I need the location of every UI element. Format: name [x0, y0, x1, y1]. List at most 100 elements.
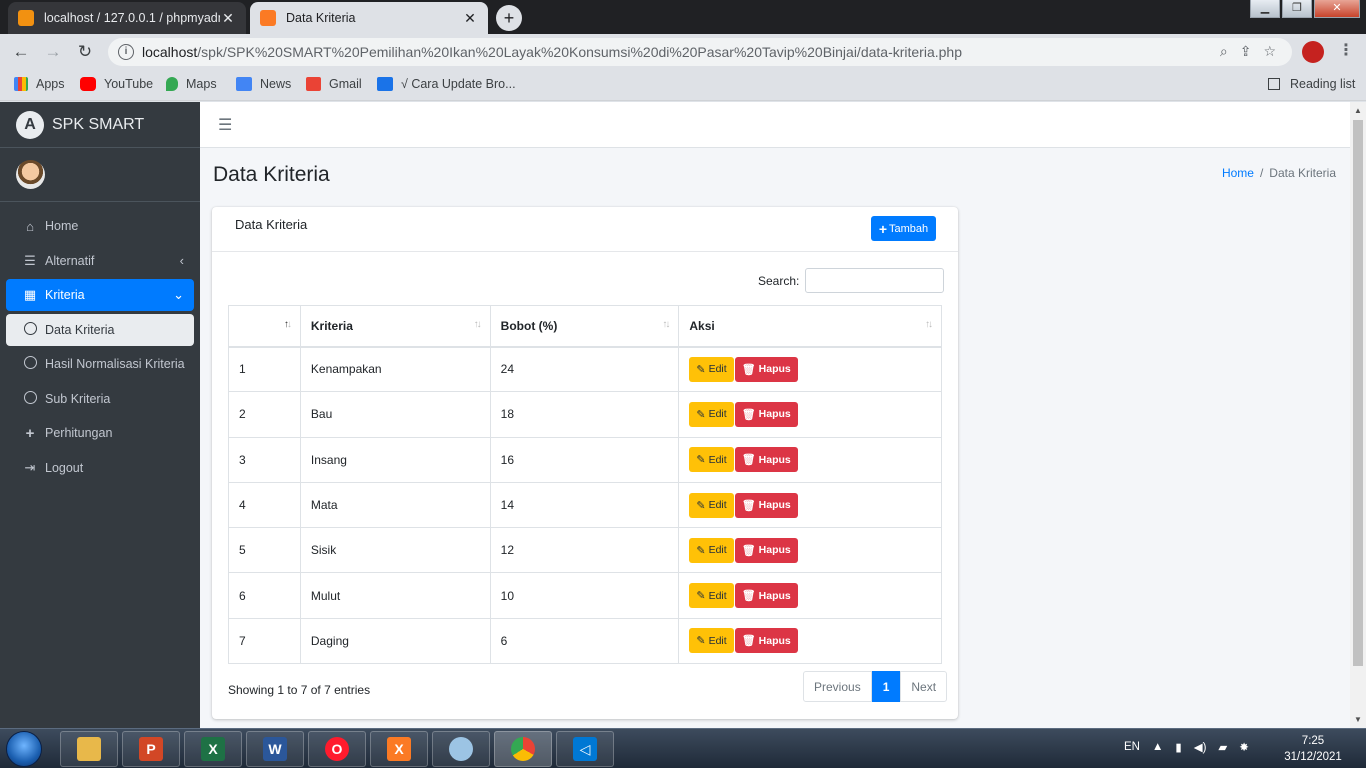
search-input[interactable] [805, 268, 945, 293]
phpmyadmin-favicon-icon [18, 10, 34, 26]
column-header-kriteria[interactable]: Kriteria ↑↓ [299, 305, 491, 348]
user-avatar[interactable] [16, 160, 45, 189]
share-icon[interactable]: ⇪ [1240, 43, 1252, 60]
delete-button[interactable]: 🗑 Hapus [734, 356, 798, 382]
maximize-button[interactable]: ❐ [1282, 0, 1312, 18]
pencil-icon: ✎ [696, 635, 706, 648]
start-button[interactable] [6, 731, 42, 767]
taskbar-powerpoint[interactable]: P [122, 731, 180, 767]
tab-data-kriteria[interactable]: Data Kriteria ✕ [250, 2, 488, 34]
taskbar-xampp[interactable]: X [370, 731, 428, 767]
edit-button[interactable]: ✎ Edit [689, 583, 734, 609]
chrome-icon [511, 737, 535, 761]
reading-list-button[interactable]: Reading list [1268, 77, 1355, 91]
edit-button[interactable]: ✎ Edit [689, 447, 734, 473]
pencil-icon: ✎ [696, 408, 706, 421]
minimize-button[interactable]: ▁ [1250, 0, 1280, 18]
edit-button[interactable]: ✎ Edit [689, 537, 734, 563]
edit-button[interactable]: ✎ Edit [689, 628, 734, 654]
back-arrow-icon[interactable]: ← [10, 41, 32, 63]
forward-arrow-icon[interactable]: → [42, 41, 64, 63]
reload-icon[interactable]: ↻ [74, 41, 96, 63]
sidebar-menu: ⌂ Home ☰ Alternatif ‹ ▦ Kriteria ⌄ Data … [0, 202, 200, 484]
delete-button[interactable]: 🗑 Hapus [734, 537, 798, 563]
address-bar[interactable]: i localhost/spk/SPK%20SMART%20Pemilihan%… [108, 38, 1292, 66]
brand-link[interactable]: A SPK SMART [0, 102, 200, 148]
kriteria-table: ↑↓ Kriteria ↑↓ Bobot (%) ↑↓ Aksi ↑↓ 1 Kenam… [228, 305, 942, 665]
delete-button[interactable]: 🗑 Hapus [734, 401, 798, 427]
powerpoint-icon: P [139, 737, 163, 761]
scroll-down-icon[interactable]: ▼ [1354, 715, 1362, 724]
news-icon [236, 77, 252, 91]
bookmark-news[interactable]: News [236, 77, 291, 91]
taskbar-word[interactable]: W [246, 731, 304, 767]
breadcrumb-home-link[interactable]: Home [1222, 166, 1254, 180]
close-tab-icon[interactable]: ✕ [462, 10, 478, 27]
sidebar-item-data-kriteria[interactable]: Data Kriteria [6, 313, 194, 346]
sidebar-item-kriteria[interactable]: ▦ Kriteria ⌄ [6, 279, 194, 311]
zoom-icon[interactable]: ⌕ [1220, 43, 1228, 60]
taskbar-opera[interactable]: O [308, 731, 366, 767]
delete-button[interactable]: 🗑 Hapus [734, 628, 798, 654]
bookmark-maps[interactable]: Maps [166, 77, 217, 91]
profile-avatar-icon[interactable] [1302, 41, 1324, 63]
pagination-next[interactable]: Next [900, 671, 948, 702]
taskbar-explorer[interactable] [60, 731, 118, 767]
close-window-button[interactable]: ✕ [1314, 0, 1360, 18]
scrollbar-thumb[interactable] [1353, 120, 1363, 666]
circle-icon [22, 356, 38, 372]
trash-icon: 🗑 [741, 499, 756, 512]
window-controls: ▁ ❐ ✕ [1248, 0, 1360, 18]
page-scrollbar[interactable]: ▲ ▼ [1350, 102, 1366, 728]
edit-button[interactable]: ✎ Edit [689, 401, 734, 427]
cell-aksi: ✎ Edit 🗑 Hapus [678, 391, 942, 438]
sidebar-item-logout[interactable]: ⇥ Logout [6, 452, 194, 484]
column-header-aksi[interactable]: Aksi ↑↓ [678, 305, 942, 348]
close-tab-icon[interactable]: ✕ [220, 10, 236, 27]
taskbar-paint[interactable] [432, 731, 490, 767]
taskbar-vscode[interactable]: ◁ [556, 731, 614, 767]
network-icon[interactable]: ▰ [1218, 740, 1227, 754]
site-info-icon[interactable]: i [118, 44, 134, 60]
sidebar-item-alternatif[interactable]: ☰ Alternatif ‹ [6, 245, 194, 277]
bookmark-apps[interactable]: Apps [14, 77, 65, 91]
cell-no: 4 [228, 481, 301, 529]
scroll-up-icon[interactable]: ▲ [1354, 106, 1362, 115]
taskbar-clock[interactable]: 7:25 31/12/2021 [1278, 733, 1348, 765]
bookmark-cara-update[interactable]: √ Cara Update Bro... [377, 77, 516, 91]
bookmark-gmail[interactable]: Gmail [306, 77, 362, 91]
taskbar-chrome[interactable] [494, 731, 552, 767]
sidebar-item-hasil-normalisasi[interactable]: Hasil Normalisasi Kriteria [6, 348, 194, 380]
table-row: 2 Bau 18 ✎ Edit 🗑 Hapus [228, 391, 942, 438]
volume-icon[interactable]: ◀) [1194, 740, 1207, 754]
column-header-no[interactable]: ↑↓ [228, 305, 301, 348]
edit-button[interactable]: ✎ Edit [689, 492, 734, 518]
cell-kriteria: Kenampakan [299, 345, 491, 393]
sidebar-item-perhitungan[interactable]: + Perhitungan [6, 417, 194, 449]
pagination-page-1[interactable]: 1 [871, 671, 901, 702]
site-favicon-icon [377, 77, 393, 91]
browser-menu-icon[interactable]: ⋮ [1338, 40, 1354, 60]
battery-icon[interactable]: ▮ [1175, 740, 1181, 754]
language-indicator[interactable]: EN [1124, 741, 1140, 753]
delete-button[interactable]: 🗑 Hapus [734, 447, 798, 473]
bookmark-youtube[interactable]: YouTube [80, 77, 153, 91]
cell-kriteria: Sisik [299, 527, 491, 574]
edit-button[interactable]: ✎ Edit [689, 356, 734, 382]
taskbar-excel[interactable]: X [184, 731, 242, 767]
new-tab-button[interactable]: + [496, 5, 522, 31]
add-kriteria-button[interactable]: + Tambah [871, 216, 936, 241]
sidebar-item-sub-kriteria[interactable]: Sub Kriteria [6, 383, 194, 415]
tray-expand-icon[interactable]: ▲ [1152, 741, 1163, 753]
sidebar-item-home[interactable]: ⌂ Home [6, 210, 194, 242]
cell-aksi: ✎ Edit 🗑 Hapus [678, 572, 942, 619]
hamburger-menu-icon[interactable]: ☰ [218, 115, 232, 135]
pagination-previous[interactable]: Previous [803, 671, 872, 702]
bookmarks-bar: Apps YouTube Maps News Gmail √ Cara Upda… [0, 69, 1366, 101]
bookmark-star-icon[interactable]: ☆ [1263, 43, 1276, 60]
delete-button[interactable]: 🗑 Hapus [734, 583, 798, 609]
column-header-bobot[interactable]: Bobot (%) ↑↓ [489, 305, 680, 348]
action-center-icon[interactable]: ✸ [1239, 740, 1249, 754]
tab-phpmyadmin[interactable]: localhost / 127.0.0.1 / phpmyadmin ✕ [8, 2, 246, 34]
delete-button[interactable]: 🗑 Hapus [734, 492, 798, 518]
